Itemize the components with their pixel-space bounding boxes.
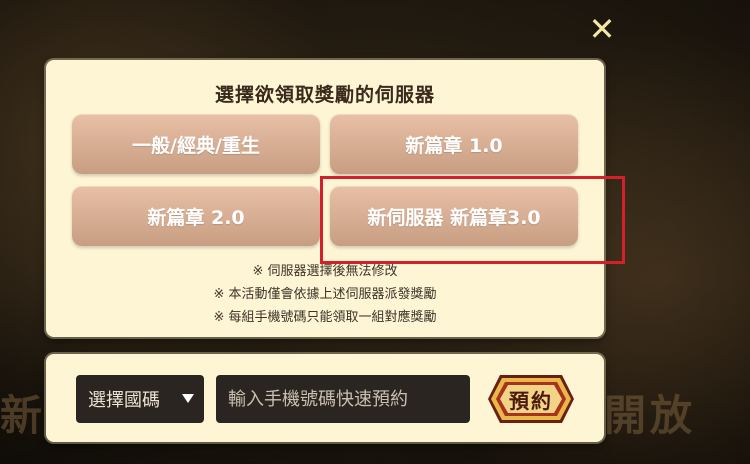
background-text-right: 開放: [604, 391, 697, 440]
close-button[interactable]: ✕: [586, 13, 618, 46]
note-item: ※ 伺服器選擇後無法修改: [252, 264, 398, 279]
reserve-button-label: 預約: [509, 388, 553, 413]
reserve-button[interactable]: 預約: [486, 373, 576, 425]
server-notes: ※ 伺服器選擇後無法修改 ※ 本活動僅會依據上述伺服器派發獎勵 ※ 每組手機號碼…: [46, 260, 604, 329]
phone-number-input[interactable]: [216, 375, 470, 423]
server-option-classic[interactable]: 一般/經典/重生: [72, 114, 320, 174]
note-item: ※ 本活動僅會依據上述伺服器派發獎勵: [213, 287, 437, 302]
server-selection-panel: 選擇欲領取獎勵的伺服器 一般/經典/重生 新篇章 1.0 新篇章 2.0 新伺服…: [46, 60, 604, 337]
country-code-select[interactable]: 選擇國碼: [76, 375, 204, 423]
caret-down-icon: [182, 394, 194, 403]
background-text-left: 新: [0, 391, 47, 440]
phone-reservation-panel: 選擇國碼 預約: [46, 354, 604, 442]
close-icon: ✕: [588, 10, 616, 48]
server-selection-title: 選擇欲領取獎勵的伺服器: [214, 84, 435, 106]
country-code-label: 選擇國碼: [88, 390, 160, 411]
server-option-new-chapter-1[interactable]: 新篇章 1.0: [330, 114, 578, 174]
server-option-new-server-chapter-3[interactable]: 新伺服器 新篇章3.0: [330, 186, 578, 246]
server-option-new-chapter-2[interactable]: 新篇章 2.0: [72, 186, 320, 246]
note-item: ※ 每組手機號碼只能領取一組對應獎勵: [213, 310, 437, 325]
